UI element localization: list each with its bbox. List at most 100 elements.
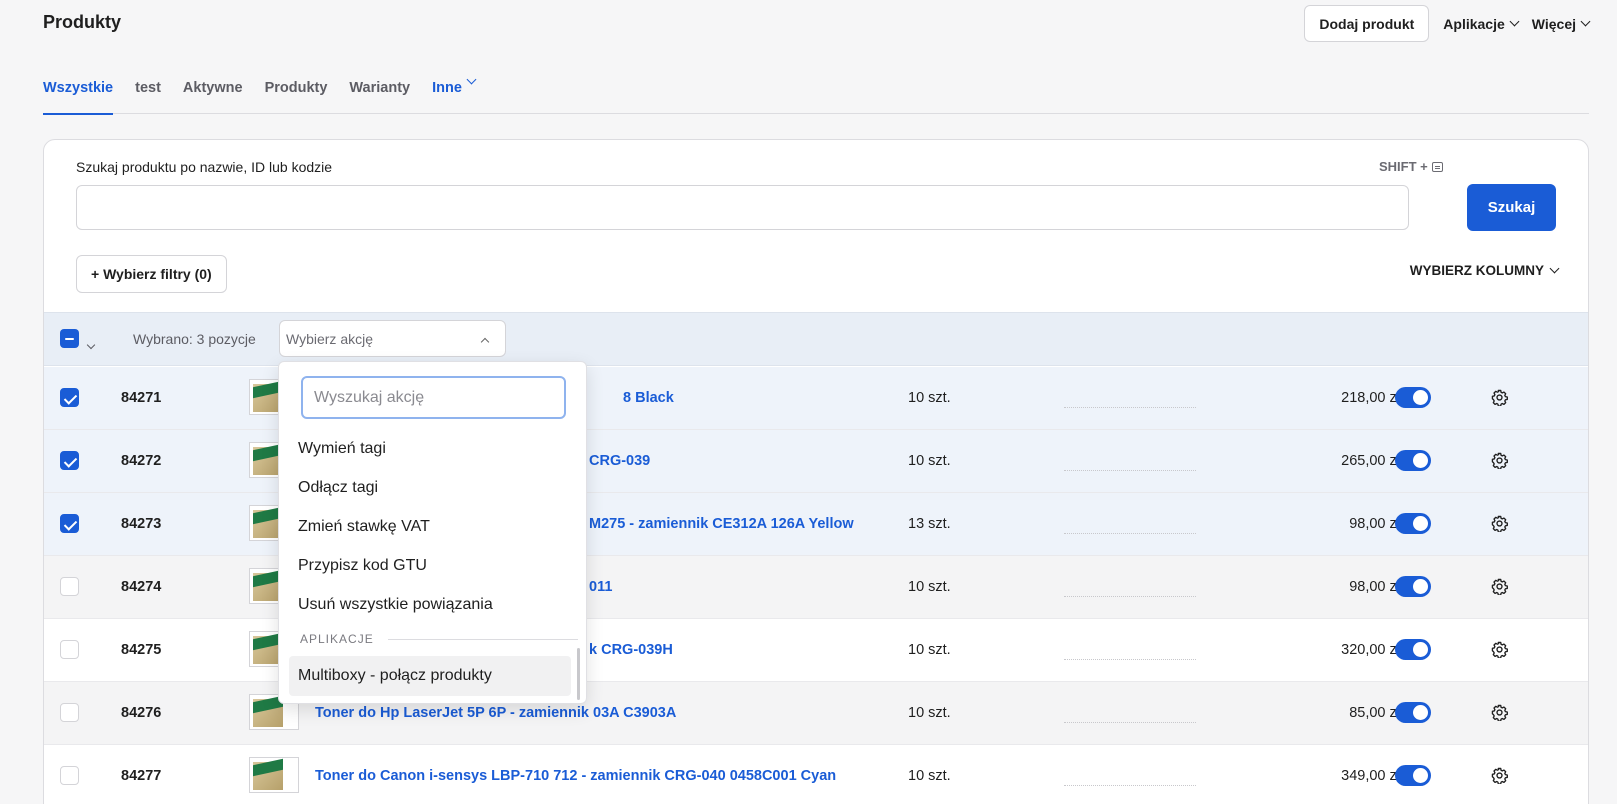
- table-row[interactable]: 84272 CRG-039 10 szt. 265,00 zł: [44, 430, 1588, 493]
- select-menu-toggle[interactable]: [86, 335, 96, 353]
- table-row[interactable]: 84273 M275 - zamiennik CE312A 126A Yello…: [44, 493, 1588, 556]
- gear-icon[interactable]: [1491, 515, 1508, 532]
- row-empty-cell: [1064, 722, 1196, 723]
- gear-icon[interactable]: [1491, 452, 1508, 469]
- filters-button[interactable]: + Wybierz filtry (0): [76, 255, 227, 293]
- tab-variants[interactable]: Warianty: [349, 72, 410, 114]
- action-option-remove-links[interactable]: Usuń wszystkie powiązania: [298, 596, 493, 614]
- chevron-down-icon: [86, 340, 96, 350]
- action-option-assign-gtu[interactable]: Przypisz kod GTU: [298, 557, 427, 575]
- row-checkbox[interactable]: [60, 703, 79, 722]
- products-panel: Szukaj produktu po nazwie, ID lub kodzie…: [43, 139, 1589, 804]
- row-stock: 10 szt.: [908, 579, 951, 595]
- row-checkbox[interactable]: [60, 388, 79, 407]
- row-price: 218,00 zł: [1341, 390, 1400, 406]
- product-name-link[interactable]: Toner do Canon i-sensys LBP-710 712 - za…: [315, 768, 836, 784]
- search-button[interactable]: Szukaj: [1467, 184, 1556, 231]
- product-thumbnail: [249, 757, 299, 793]
- active-toggle[interactable]: [1395, 765, 1431, 786]
- tab-test[interactable]: test: [135, 72, 161, 114]
- action-search-input[interactable]: Wyszukaj akcję: [301, 376, 566, 419]
- apps-menu-label: Aplikacje: [1443, 15, 1505, 32]
- row-empty-cell: [1064, 659, 1196, 660]
- row-id: 84276: [121, 705, 162, 721]
- row-checkbox[interactable]: [60, 640, 79, 659]
- bulk-actions-bar: Wybrano: 3 pozycje Wybierz akcję: [44, 312, 1588, 366]
- row-price: 320,00 zł: [1341, 642, 1400, 658]
- active-toggle[interactable]: [1395, 702, 1431, 723]
- chevron-down-icon: [1549, 263, 1560, 274]
- search-shortcut: SHIFT +: [1379, 159, 1443, 174]
- row-checkbox[interactable]: [60, 514, 79, 533]
- row-empty-cell: [1064, 407, 1196, 408]
- shortcut-text: SHIFT +: [1379, 159, 1428, 174]
- top-actions: Dodaj produkt Aplikacje Więcej: [1304, 5, 1591, 42]
- row-price: 265,00 zł: [1341, 453, 1400, 469]
- columns-button[interactable]: WYBIERZ KOLUMNY: [1409, 263, 1560, 278]
- row-id: 84275: [121, 642, 162, 658]
- apps-menu[interactable]: Aplikacje: [1443, 15, 1520, 32]
- active-toggle[interactable]: [1395, 576, 1431, 597]
- action-option-detach-tags[interactable]: Odłącz tagi: [298, 479, 378, 497]
- product-name-link[interactable]: k CRG-039H: [589, 642, 673, 658]
- gear-icon[interactable]: [1491, 704, 1508, 721]
- table-row[interactable]: 84277 Toner do Canon i-sensys LBP-710 71…: [44, 745, 1588, 804]
- product-name-link[interactable]: CRG-039: [589, 453, 650, 469]
- action-dropdown: Wyszukaj akcję Wymień tagi Odłącz tagi Z…: [278, 361, 587, 704]
- row-checkbox[interactable]: [60, 451, 79, 470]
- row-id: 84274: [121, 579, 162, 595]
- row-empty-cell: [1064, 533, 1196, 534]
- dropdown-scrollbar[interactable]: [577, 648, 580, 700]
- table-row[interactable]: 84276 Toner do Hp LaserJet 5P 6P - zamie…: [44, 682, 1588, 745]
- active-toggle[interactable]: [1395, 513, 1431, 534]
- search-label: Szukaj produktu po nazwie, ID lub kodzie: [76, 159, 333, 175]
- products-table: 84271 8 Black 10 szt. 218,00 zł 84272 CR…: [44, 367, 1588, 804]
- product-name-link[interactable]: M275 - zamiennik CE312A 126A Yellow: [589, 516, 854, 532]
- row-stock: 10 szt.: [908, 390, 951, 406]
- tab-products[interactable]: Produkty: [265, 72, 328, 114]
- product-name-link[interactable]: Toner do Hp LaserJet 5P 6P - zamiennik 0…: [315, 705, 676, 721]
- action-select-placeholder: Wybierz akcję: [286, 330, 374, 347]
- active-toggle[interactable]: [1395, 639, 1431, 660]
- tab-active[interactable]: Aktywne: [183, 72, 243, 114]
- row-stock: 10 szt.: [908, 453, 951, 469]
- action-select[interactable]: Wybierz akcję: [279, 320, 506, 357]
- table-row[interactable]: 84274 011 10 szt. 98,00 zł: [44, 556, 1588, 619]
- row-id: 84273: [121, 516, 162, 532]
- row-checkbox[interactable]: [60, 766, 79, 785]
- more-menu-label: Więcej: [1531, 15, 1576, 32]
- gear-icon[interactable]: [1491, 389, 1508, 406]
- row-price: 98,00 zł: [1349, 516, 1400, 532]
- action-option-multiboxy[interactable]: Multiboxy - połącz produkty: [298, 667, 492, 685]
- product-name-link[interactable]: 011: [589, 579, 612, 595]
- tab-all[interactable]: Wszystkie: [43, 72, 114, 115]
- row-stock: 10 szt.: [908, 768, 951, 784]
- row-stock: 13 szt.: [908, 516, 951, 532]
- tab-other[interactable]: Inne: [432, 72, 477, 114]
- table-row[interactable]: 84271 8 Black 10 szt. 218,00 zł: [44, 367, 1588, 430]
- gear-icon[interactable]: [1491, 767, 1508, 784]
- row-price: 85,00 zł: [1349, 705, 1400, 721]
- row-id: 84277: [121, 768, 162, 784]
- search-input[interactable]: [76, 185, 1409, 230]
- chevron-down-icon: [1509, 16, 1520, 27]
- tab-other-label: Inne: [432, 80, 462, 96]
- product-name-link[interactable]: 8 Black: [623, 390, 674, 406]
- active-toggle[interactable]: [1395, 387, 1431, 408]
- row-checkbox[interactable]: [60, 577, 79, 596]
- action-option-replace-tags[interactable]: Wymień tagi: [298, 440, 386, 458]
- select-all-checkbox[interactable]: [60, 329, 79, 348]
- table-row[interactable]: 84275 k CRG-039H 10 szt. 320,00 zł: [44, 619, 1588, 682]
- gear-icon[interactable]: [1491, 578, 1508, 595]
- action-option-change-vat[interactable]: Zmień stawkę VAT: [298, 518, 430, 536]
- add-product-button[interactable]: Dodaj produkt: [1304, 5, 1430, 42]
- row-price: 98,00 zł: [1349, 579, 1400, 595]
- more-menu[interactable]: Więcej: [1531, 15, 1591, 32]
- tabs: Wszystkie test Aktywne Produkty Warianty…: [43, 72, 1589, 115]
- row-stock: 10 szt.: [908, 642, 951, 658]
- row-id: 84272: [121, 453, 162, 469]
- active-toggle[interactable]: [1395, 450, 1431, 471]
- gear-icon[interactable]: [1491, 641, 1508, 658]
- columns-button-label: WYBIERZ KOLUMNY: [1409, 263, 1544, 278]
- page-title: Produkty: [43, 12, 122, 32]
